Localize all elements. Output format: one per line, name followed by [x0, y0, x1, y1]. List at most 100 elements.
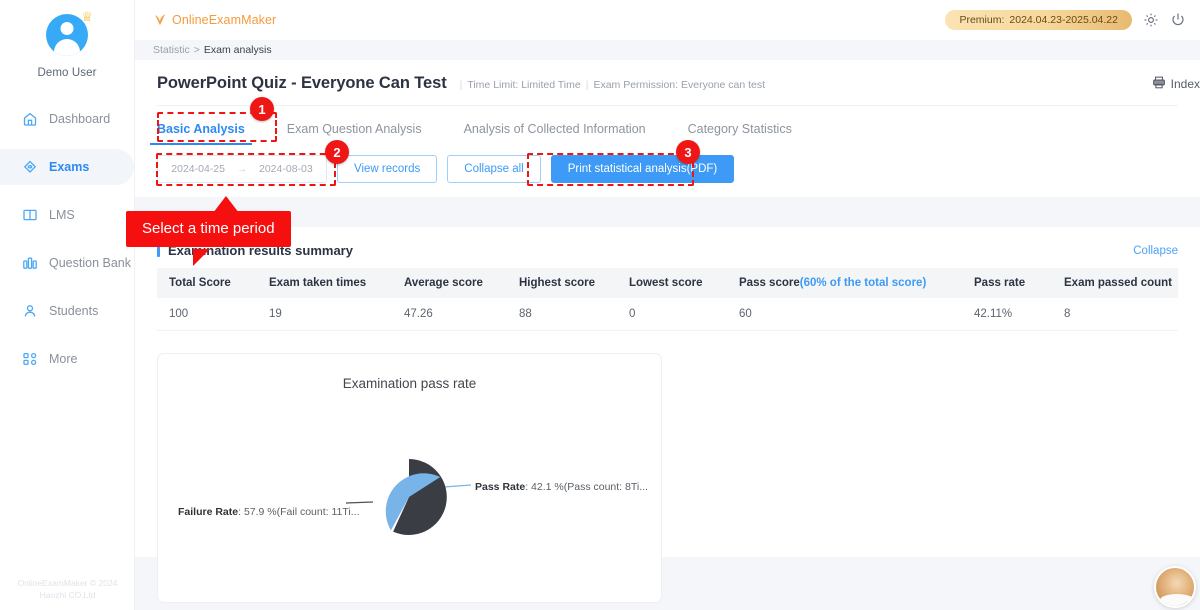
tab-basic-analysis[interactable]: Basic Analysis [150, 116, 252, 145]
pie-label-failure-value: : 57.9 %(Fail count: 11Ti... [238, 506, 360, 518]
examination-results-table: Total Score Exam taken times Average sco… [157, 268, 1178, 331]
user-name: Demo User [37, 67, 97, 79]
book-icon [22, 207, 38, 223]
tab-category-statistics[interactable]: Category Statistics [688, 116, 792, 145]
sidebar-item-question-bank[interactable]: Question Bank [0, 245, 134, 281]
pie-label-pass: Pass Rate: 42.1 %(Pass count: 8Ti... [475, 481, 648, 493]
cell-pass-rate: 42.11% [962, 298, 1052, 331]
main-area: OnlineExamMaker Premium: 2024.04.23-2025.… [135, 0, 1200, 610]
premium-label: Premium: [959, 14, 1005, 26]
exam-panel: PowerPoint Quiz - Everyone Can Test | Tim… [135, 60, 1200, 197]
date-range-picker[interactable]: 2024-04-25 → 2024-08-03 [157, 155, 327, 183]
date-end[interactable]: 2024-08-03 [259, 163, 313, 175]
pie-chart-svg [345, 459, 472, 535]
cell-exam-passed-count: 8 [1052, 298, 1178, 331]
col-pass-score-label: Pass score [739, 277, 800, 289]
meta-divider-2: | [585, 79, 589, 91]
summary-content: Examination results summary Collapse Tot… [135, 227, 1200, 603]
sidebar-item-lms[interactable]: LMS [0, 197, 134, 233]
breadcrumb: Statistic > Exam analysis [135, 40, 1200, 60]
bar-chart-icon [22, 255, 38, 271]
app-root: ♕ Demo User Dashboard Exams LMS Question… [0, 0, 1200, 610]
collapse-link[interactable]: Collapse [1133, 245, 1178, 257]
analysis-toolbar: 2024-04-25 → 2024-08-03 View records Col… [157, 145, 1178, 197]
brand: OnlineExamMaker [153, 12, 276, 28]
col-lowest-score: Lowest score [617, 268, 727, 298]
summary-section-header: Examination results summary Collapse [157, 227, 1178, 268]
index-label: Index [1170, 77, 1200, 91]
avatar[interactable]: ♕ [46, 10, 93, 56]
exam-time-limit: Time Limit: Limited Time [467, 79, 581, 91]
pie-label-pass-name: Pass Rate [475, 481, 526, 493]
page-title: PowerPoint Quiz - Everyone Can Test [157, 74, 447, 92]
sidebar-nav: Dashboard Exams LMS Question Bank Studen… [0, 101, 134, 377]
exam-meta: | Time Limit: Limited Time | Exam Permissio… [455, 79, 765, 91]
table-body: 100 19 47.26 88 0 60 42.11% 8 [157, 298, 1178, 331]
premium-badge[interactable]: Premium: 2024.04.23-2025.04.22 [945, 10, 1132, 30]
power-icon[interactable] [1170, 12, 1186, 28]
diamond-icon [22, 159, 38, 175]
checkmark-brand-icon [153, 12, 168, 28]
cell-total-score: 100 [157, 298, 257, 331]
top-right-actions: Premium: 2024.04.23-2025.04.22 [945, 10, 1186, 30]
col-pass-rate: Pass rate [962, 268, 1052, 298]
cell-exam-taken-times: 19 [257, 298, 392, 331]
annotation-callout: Select a time period [126, 211, 291, 247]
sidebar-footer: OnlineExamMaker © 2024 Haozhi CO.Ltd [0, 577, 135, 603]
grid-dots-icon [22, 351, 38, 367]
support-chat-avatar[interactable] [1154, 566, 1196, 608]
sidebar-item-dashboard[interactable]: Dashboard [0, 101, 134, 137]
breadcrumb-separator: > [193, 44, 200, 56]
meta-divider-1: | [459, 79, 463, 91]
col-pass-score: Pass score(60% of the total score) [727, 268, 962, 298]
sidebar-item-label: Question Bank [49, 256, 131, 270]
cell-average-score: 47.26 [392, 298, 507, 331]
sidebar-item-more[interactable]: More [0, 341, 134, 377]
sidebar-item-label: More [49, 352, 78, 366]
col-exam-taken-times: Exam taken times [257, 268, 392, 298]
col-exam-passed-count: Exam passed count [1052, 268, 1178, 298]
collapse-all-button[interactable]: Collapse all [447, 155, 541, 183]
panel-gap [135, 197, 1200, 227]
gear-icon[interactable] [1143, 12, 1159, 28]
pie-chart: Failure Rate: 57.9 %(Fail count: 11Ti...… [158, 354, 663, 604]
sidebar-item-label: Exams [49, 160, 90, 174]
sidebar-item-label: LMS [49, 208, 75, 222]
print-statistical-analysis-button[interactable]: Print statistical analysis(PDF) [550, 155, 735, 183]
chat-notification-tag [1178, 601, 1194, 606]
breadcrumb-current: Exam analysis [203, 44, 272, 56]
premium-value: 2024.04.23-2025.04.22 [1009, 14, 1118, 26]
sidebar-item-label: Students [49, 304, 99, 318]
sidebar: ♕ Demo User Dashboard Exams LMS Question… [0, 0, 136, 610]
col-average-score: Average score [392, 268, 507, 298]
breadcrumb-root[interactable]: Statistic [153, 44, 190, 56]
view-records-button[interactable]: View records [337, 155, 438, 183]
top-bar: OnlineExamMaker Premium: 2024.04.23-2025.… [135, 0, 1200, 40]
cell-lowest-score: 0 [617, 298, 727, 331]
tab-exam-question-analysis[interactable]: Exam Question Analysis [287, 116, 422, 145]
index-button[interactable]: Index [1152, 76, 1200, 92]
pie-label-failure: Failure Rate: 57.9 %(Fail count: 11Ti... [178, 506, 360, 518]
sidebar-item-exams[interactable]: Exams [0, 149, 134, 185]
sidebar-item-label: Dashboard [49, 112, 111, 126]
table-row: 100 19 47.26 88 0 60 42.11% 8 [157, 298, 1178, 331]
tab-analysis-of-collected-information[interactable]: Analysis of Collected Information [464, 116, 646, 145]
printer-icon [1152, 76, 1166, 92]
col-total-score: Total Score [157, 268, 257, 298]
date-start[interactable]: 2024-04-25 [171, 163, 225, 175]
table-header-row: Total Score Exam taken times Average sco… [157, 268, 1178, 298]
callout-pointer-bottom-icon [193, 249, 210, 266]
crown-badge-icon: ♕ [81, 9, 93, 24]
pass-score-hint: (60% of the total score) [799, 277, 927, 289]
date-arrow-icon: → [237, 163, 247, 175]
exam-permission: Exam Permission: Everyone can test [593, 79, 766, 91]
col-highest-score: Highest score [507, 268, 617, 298]
pie-label-pass-value: : 42.1 %(Pass count: 8Ti... [525, 481, 648, 493]
sidebar-item-students[interactable]: Students [0, 293, 134, 329]
leader-line-failure [345, 501, 374, 504]
cell-pass-score: 60 [727, 298, 962, 331]
examination-pass-rate-chart: Examination pass rate Failure Rate: 57.9… [157, 353, 662, 603]
home-icon [22, 111, 38, 127]
footer-line-1: OnlineExamMaker © 2024 [17, 577, 118, 588]
pie-label-failure-name: Failure Rate [178, 506, 239, 518]
